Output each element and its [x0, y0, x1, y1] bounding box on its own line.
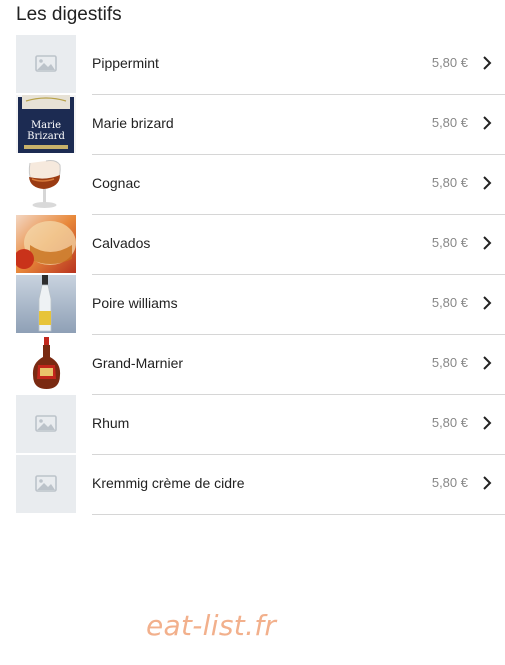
chevron-right-icon[interactable] [479, 415, 495, 431]
grand-marnier-bottle-image [16, 335, 76, 393]
chevron-right-icon[interactable] [479, 235, 495, 251]
marie-brizard-bottle-image: Marie Brizard [16, 95, 76, 153]
menu-item-rhum[interactable]: Rhum 5,80 € [16, 395, 505, 455]
item-price: 5,80 € [431, 235, 468, 250]
item-price: 5,80 € [431, 475, 468, 490]
cognac-glass-image [16, 155, 76, 213]
menu-item-calvados[interactable]: Calvados 5,80 € [16, 215, 505, 275]
marie-brizard-label: Marie [31, 120, 61, 131]
chevron-right-icon[interactable] [479, 55, 495, 71]
item-name: Calvados [92, 235, 151, 251]
item-price: 5,80 € [431, 415, 468, 430]
item-name: Marie brizard [92, 115, 174, 131]
chevron-right-icon[interactable] [479, 475, 495, 491]
item-price: 5,80 € [431, 115, 468, 130]
menu-item-marie-brizard[interactable]: Marie Brizard Marie brizard 5,80 € [16, 95, 505, 155]
menu-item-poire-williams[interactable]: Poire williams 5,80 € [16, 275, 505, 335]
item-name: Poire williams [92, 295, 178, 311]
menu-item-grand-marnier[interactable]: Grand-Marnier 5,80 € [16, 335, 505, 395]
divider [92, 514, 505, 515]
chevron-right-icon[interactable] [479, 175, 495, 191]
menu-item-kremmig-creme-de-cidre[interactable]: Kremmig crème de cidre 5,80 € [16, 455, 505, 515]
item-price: 5,80 € [431, 295, 468, 310]
item-price: 5,80 € [431, 175, 468, 190]
menu-item-pippermint[interactable]: Pippermint 5,80 € [16, 35, 505, 95]
menu-item-cognac[interactable]: Cognac 5,80 € [16, 155, 505, 215]
placeholder-image-icon [16, 395, 76, 453]
calvados-glass-image [16, 215, 76, 273]
marie-brizard-label: Brizard [27, 131, 65, 142]
menu-list: Pippermint 5,80 € Marie Brizard Marie br… [16, 35, 505, 515]
placeholder-image-icon [16, 35, 76, 93]
item-name: Kremmig crème de cidre [92, 475, 245, 491]
item-price: 5,80 € [431, 55, 468, 70]
item-name: Grand-Marnier [92, 355, 184, 371]
watermark: eat-list.fr [146, 609, 277, 642]
placeholder-image-icon [16, 455, 76, 513]
item-name: Pippermint [92, 55, 159, 71]
item-name: Rhum [92, 415, 130, 431]
item-name: Cognac [92, 175, 141, 191]
poire-williams-bottle-image [16, 275, 76, 333]
section-title: Les digestifs [16, 4, 122, 25]
chevron-right-icon[interactable] [479, 115, 495, 131]
chevron-right-icon[interactable] [479, 355, 495, 371]
item-price: 5,80 € [431, 355, 468, 370]
chevron-right-icon[interactable] [479, 295, 495, 311]
